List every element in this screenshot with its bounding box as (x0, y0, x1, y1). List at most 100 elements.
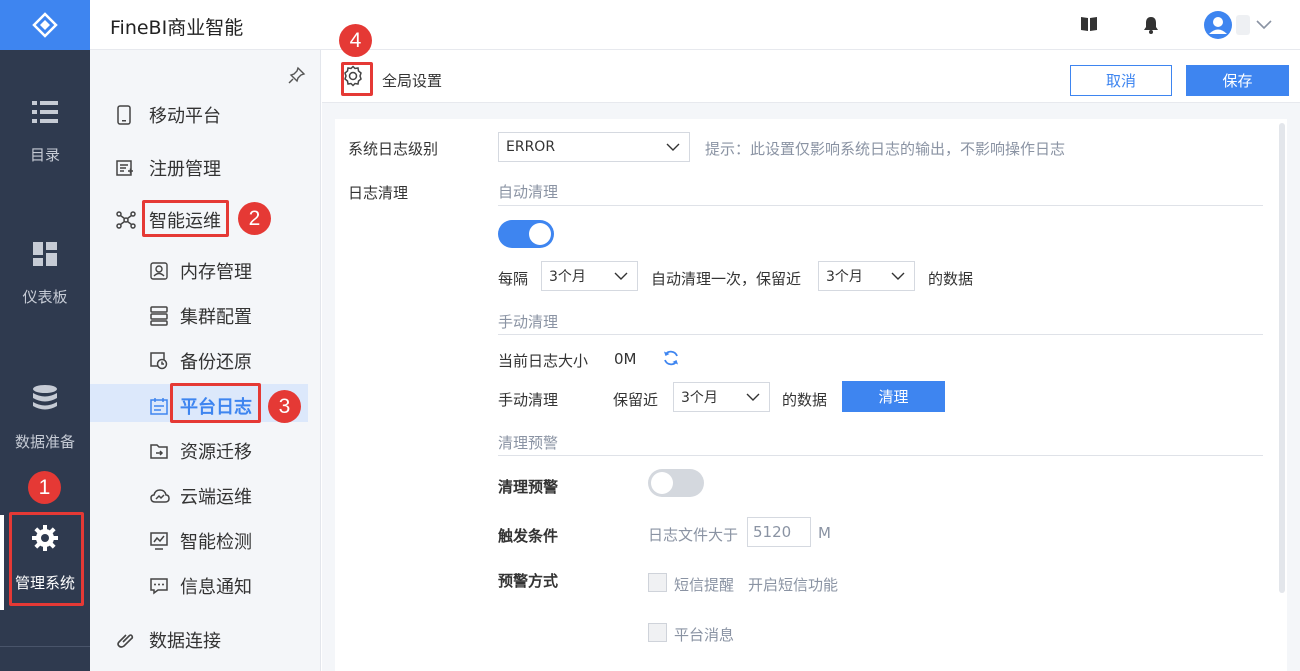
platform-message-label: 平台消息 (674, 626, 735, 644)
avatar[interactable] (1204, 11, 1232, 39)
retain-label: 保留近 (613, 391, 659, 409)
log-level-select[interactable]: ERROR (498, 132, 690, 162)
page-title: 全局设置 (382, 72, 443, 90)
chevron-down-icon (891, 268, 905, 284)
warning-toggle[interactable] (648, 469, 704, 497)
annotation-badge: 3 (268, 390, 301, 423)
every-label: 每隔 (498, 270, 529, 288)
rail-item-dashboard[interactable]: 仪表板 (0, 242, 90, 307)
cancel-button[interactable]: 取消 (1070, 65, 1172, 96)
section-divider (498, 455, 1263, 456)
app-title: FineBI商业智能 (110, 17, 244, 39)
annotation-box-ops (142, 200, 229, 237)
rail-item-data-prep[interactable]: 数据准备 (0, 385, 90, 452)
sidebar-item-data-connect[interactable]: 数据连接 (116, 627, 221, 653)
pin-icon[interactable] (288, 66, 306, 88)
retain-value: 3个月 (826, 269, 863, 285)
annotation-box-gear (341, 62, 373, 96)
list-icon (32, 100, 58, 128)
trigger-unit: M (818, 524, 831, 542)
clean-button[interactable]: 清理 (842, 381, 945, 412)
rail-item-label: 仪表板 (22, 288, 68, 306)
log-level-hint: 提示：此设置仅影响系统日志的输出，不影响操作日志 (705, 140, 1066, 158)
log-icon (150, 397, 170, 415)
auto-clean-section-title: 自动清理 (498, 183, 559, 201)
sidebar-item-label: 注册管理 (149, 159, 221, 180)
bell-icon[interactable] (1143, 16, 1159, 38)
section-divider (498, 334, 1263, 335)
trigger-text: 日志文件大于 (648, 526, 739, 544)
sms-checkbox[interactable] (648, 573, 667, 592)
interval-value: 3个月 (549, 269, 586, 285)
interval-select[interactable]: 3个月 (541, 261, 638, 291)
sidebar-item-memory[interactable]: 内存管理 (150, 258, 252, 284)
chevron-down-icon[interactable] (1256, 18, 1272, 34)
refresh-icon[interactable] (662, 349, 680, 371)
warning-section-title: 清理预警 (498, 434, 559, 452)
log-clean-label: 日志清理 (348, 184, 409, 202)
chevron-down-icon (746, 389, 760, 405)
app-logo-icon[interactable] (0, 0, 90, 50)
manual-retain-value: 3个月 (681, 390, 718, 406)
chevron-down-icon (614, 268, 628, 284)
cloud-icon (150, 488, 170, 504)
memory-icon (150, 262, 170, 280)
monitor-icon (150, 532, 170, 550)
page-header: 全局设置 取消 保存 (322, 50, 1300, 103)
sidebar-item-label: 信息通知 (180, 577, 252, 598)
manual-clean-section-title: 手动清理 (498, 313, 559, 331)
migrate-icon (150, 442, 170, 460)
chevron-down-icon (666, 139, 680, 155)
annotation-badge: 1 (28, 471, 61, 504)
sidebar-item-migrate[interactable]: 资源迁移 (150, 438, 252, 464)
annotation-box-log (170, 383, 261, 423)
database-icon (32, 385, 58, 415)
log-level-label: 系统日志级别 (348, 140, 439, 158)
rail-item-label: 数据准备 (14, 433, 75, 451)
method-label: 预警方式 (498, 572, 559, 590)
save-button[interactable]: 保存 (1186, 65, 1289, 96)
sidebar-item-notify[interactable]: 信息通知 (150, 573, 252, 599)
rail-item-label: 目录 (29, 146, 60, 164)
link-icon (116, 631, 136, 649)
rail-divider (0, 646, 90, 647)
platform-message-checkbox[interactable] (648, 623, 667, 642)
manual-data-suffix: 的数据 (782, 391, 828, 409)
retain-select[interactable]: 3个月 (818, 261, 915, 291)
auto-clean-mid-text: 自动清理一次，保留近 (651, 270, 802, 288)
book-icon[interactable] (1080, 16, 1098, 36)
sidebar-item-label: 云端运维 (180, 487, 252, 508)
scrollbar[interactable] (1279, 123, 1285, 593)
current-size-value: 0M (614, 350, 637, 368)
data-suffix: 的数据 (928, 270, 974, 288)
dashboard-icon (33, 242, 57, 270)
sidebar-item-label: 集群配置 (180, 307, 252, 328)
log-level-value: ERROR (506, 139, 556, 155)
annotation-badge: 4 (339, 24, 372, 57)
sidebar-item-label: 智能检测 (180, 532, 252, 553)
rail-item-catalog[interactable]: 目录 (0, 100, 90, 165)
sidebar-item-register[interactable]: 注册管理 (116, 155, 221, 181)
annotation-box-admin (9, 512, 84, 606)
warning-label: 清理预警 (498, 478, 559, 496)
sidebar-item-monitor[interactable]: 智能检测 (150, 528, 252, 554)
backup-icon (150, 352, 170, 370)
register-icon (116, 159, 136, 177)
sidebar-item-label: 备份还原 (180, 352, 252, 373)
user-name-placeholder (1236, 15, 1250, 35)
manual-retain-select[interactable]: 3个月 (673, 382, 770, 412)
top-bar: FineBI商业智能 (90, 0, 1300, 50)
sidebar-item-cloud-ops[interactable]: 云端运维 (150, 483, 252, 509)
ops-icon (116, 211, 136, 229)
sidebar-item-mobile[interactable]: 移动平台 (116, 102, 221, 128)
trigger-size-input[interactable]: 5120 (747, 517, 811, 547)
toggle-knob (529, 223, 551, 245)
sidebar-item-cluster[interactable]: 集群配置 (150, 303, 252, 329)
sms-label: 短信提醒 (674, 576, 735, 594)
manual-clean-label: 手动清理 (498, 391, 559, 409)
message-icon (150, 577, 170, 595)
trigger-label: 触发条件 (498, 527, 559, 545)
sidebar-item-label: 资源迁移 (180, 442, 252, 463)
sidebar-item-backup[interactable]: 备份还原 (150, 348, 252, 374)
auto-clean-toggle[interactable] (498, 220, 554, 248)
